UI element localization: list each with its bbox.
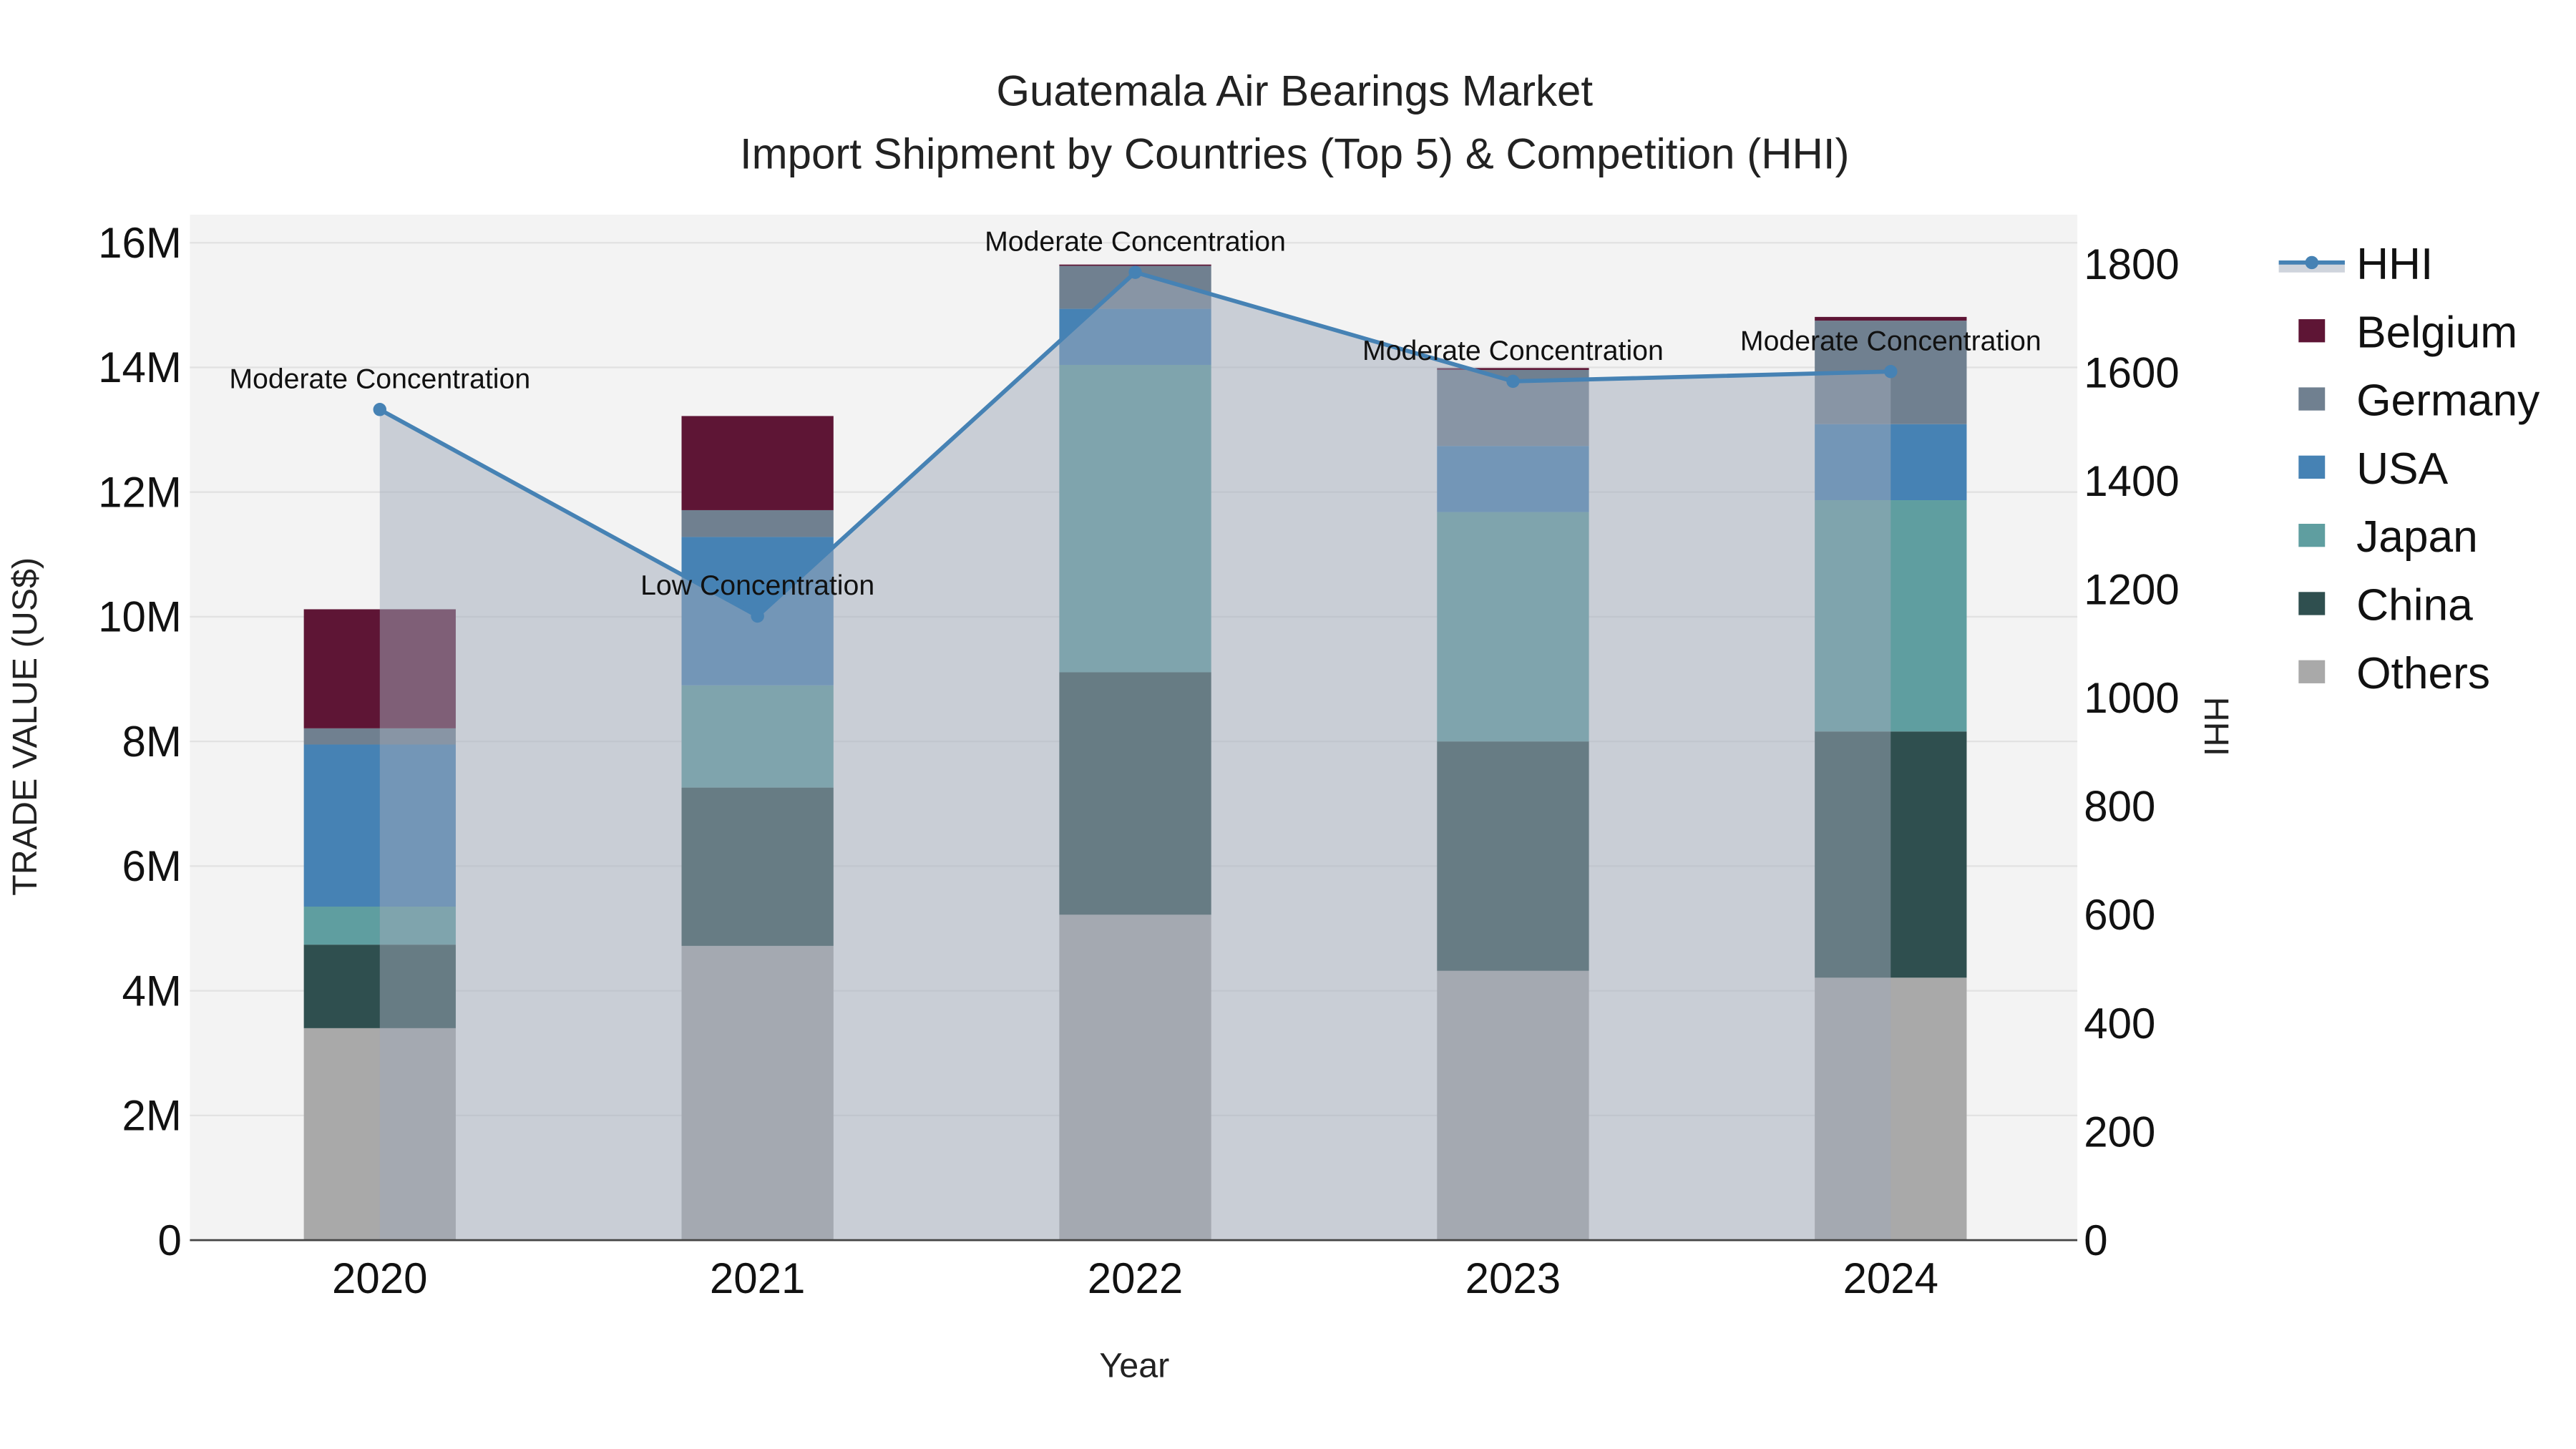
y-axis-ticks: 0 2M 4M 6M 8M 10M 12M 14M 16M bbox=[98, 219, 182, 1264]
legend: HHI Belgium Germany USA Japan China Others bbox=[2278, 240, 2540, 698]
chart-title: Guatemala Air Bearings Market bbox=[996, 67, 1593, 115]
x-tick-label: 2023 bbox=[1465, 1254, 1561, 1302]
legend-swatch-germany bbox=[2298, 387, 2326, 411]
y2-tick-label: 400 bbox=[2084, 1000, 2155, 1048]
y2-axis-ticks: 0 200 400 600 800 1000 1200 1400 1600 1800 bbox=[2084, 240, 2179, 1264]
y2-tick-label: 0 bbox=[2084, 1216, 2107, 1264]
y-tick-label: 0 bbox=[157, 1216, 181, 1264]
legend-label-belgium: Belgium bbox=[2356, 308, 2517, 357]
y-tick-label: 10M bbox=[98, 593, 182, 641]
y-tick-label: 4M bbox=[122, 967, 181, 1015]
legend-label-usa: USA bbox=[2356, 444, 2449, 494]
legend-hhi-marker bbox=[2305, 255, 2318, 270]
y2-tick-label: 1000 bbox=[2084, 674, 2179, 722]
y-tick-label: 8M bbox=[122, 718, 181, 766]
y2-axis-label: HHI bbox=[2197, 697, 2235, 756]
legend-swatch-belgium bbox=[2298, 319, 2326, 343]
y-tick-label: 6M bbox=[122, 842, 181, 890]
legend-swatch-china bbox=[2298, 592, 2326, 615]
hhi-annotation: Moderate Concentration bbox=[1740, 325, 2041, 356]
hhi-series: Moderate Concentration Low Concentration M… bbox=[229, 226, 2041, 1241]
bar-belgium-2024 bbox=[1815, 316, 1967, 321]
x-tick-label: 2021 bbox=[710, 1254, 805, 1302]
y2-tick-label: 1200 bbox=[2084, 566, 2179, 614]
legend-label-hhi: HHI bbox=[2356, 240, 2433, 289]
y-axis-label: TRADE VALUE (US$) bbox=[6, 557, 44, 896]
legend-label-japan: Japan bbox=[2356, 512, 2478, 562]
y2-tick-label: 800 bbox=[2084, 783, 2155, 831]
y2-tick-label: 1800 bbox=[2084, 240, 2179, 288]
legend-swatch-others bbox=[2298, 660, 2326, 683]
x-tick-label: 2024 bbox=[1843, 1254, 1938, 1302]
bar-belgium-2022 bbox=[1059, 264, 1211, 266]
hhi-point-2023 bbox=[1506, 374, 1520, 389]
hhi-point-2022 bbox=[1128, 265, 1142, 279]
legend-label-china: China bbox=[2356, 581, 2473, 630]
y-tick-label: 14M bbox=[98, 343, 182, 391]
y2-tick-label: 1600 bbox=[2084, 349, 2179, 397]
hhi-annotation: Moderate Concentration bbox=[1362, 335, 1664, 366]
hhi-point-2024 bbox=[1884, 365, 1898, 379]
chart: Guatemala Air Bearings Market Import Shi… bbox=[6, 67, 2540, 1385]
y-tick-label: 16M bbox=[98, 219, 182, 267]
x-axis-label: Year bbox=[1099, 1347, 1169, 1385]
bar-belgium-2021 bbox=[681, 416, 834, 510]
hhi-annotation: Moderate Concentration bbox=[229, 363, 530, 394]
x-tick-label: 2020 bbox=[332, 1254, 427, 1302]
legend-label-others: Others bbox=[2356, 649, 2490, 698]
y2-tick-label: 1400 bbox=[2084, 457, 2179, 505]
legend-swatch-japan bbox=[2298, 524, 2326, 547]
hhi-point-2020 bbox=[373, 403, 386, 416]
legend-swatch-usa bbox=[2298, 455, 2326, 479]
bar-germany-2021 bbox=[681, 509, 834, 537]
y-tick-label: 12M bbox=[98, 468, 182, 516]
y-tick-label: 2M bbox=[122, 1092, 181, 1140]
y2-tick-label: 200 bbox=[2084, 1108, 2155, 1156]
x-tick-label: 2022 bbox=[1088, 1254, 1183, 1302]
y2-tick-label: 600 bbox=[2084, 891, 2155, 939]
hhi-point-2021 bbox=[751, 609, 764, 623]
hhi-annotation: Low Concentration bbox=[640, 570, 874, 601]
x-axis-ticks: 2020 2021 2022 2023 2024 bbox=[332, 1254, 1938, 1302]
chart-subtitle: Import Shipment by Countries (Top 5) & C… bbox=[740, 130, 1850, 177]
legend-label-germany: Germany bbox=[2356, 376, 2540, 426]
hhi-annotation: Moderate Concentration bbox=[985, 226, 1286, 258]
